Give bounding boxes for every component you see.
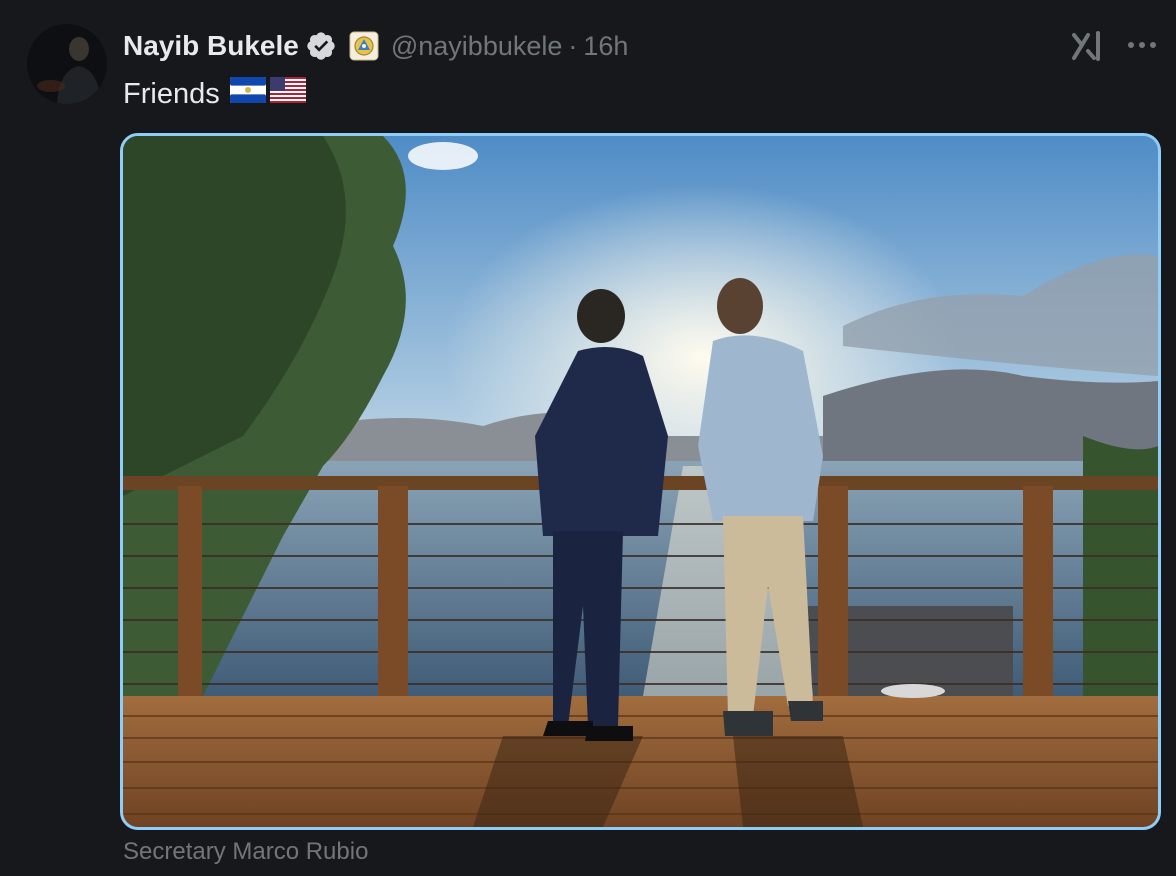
photo-caption: Secretary Marco Rubio — [123, 838, 369, 865]
post-photo[interactable] — [120, 133, 1161, 830]
el-salvador-flag-icon — [229, 74, 266, 114]
grok-icon[interactable] — [1068, 27, 1106, 65]
separator-dot: · — [568, 30, 578, 61]
more-options-icon[interactable] — [1124, 30, 1160, 60]
el-salvador-coat-of-arms-icon[interactable] — [349, 31, 379, 61]
author-handle[interactable]: @nayibbukele — [391, 31, 563, 62]
post-timestamp[interactable]: 16h — [583, 31, 628, 62]
post-text: Friends — [123, 74, 306, 114]
verified-badge-icon[interactable] — [305, 30, 337, 62]
post-text-content: Friends — [123, 78, 220, 110]
author-display-name[interactable]: Nayib Bukele — [123, 30, 299, 62]
us-flag-icon — [269, 74, 306, 114]
avatar[interactable] — [27, 24, 107, 104]
post-header: Nayib Bukele @nayibbukele · 16h — [123, 28, 628, 64]
